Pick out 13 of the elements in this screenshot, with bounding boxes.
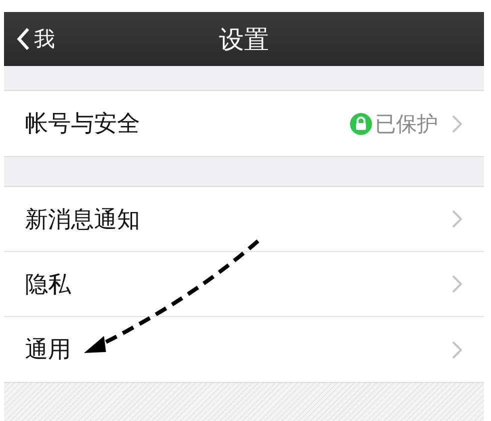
chevron-icon bbox=[452, 275, 462, 293]
back-button[interactable]: 我 bbox=[4, 24, 61, 54]
row-label: 通用 bbox=[25, 336, 72, 365]
row-label: 隐私 bbox=[25, 270, 72, 300]
status-text: 已保护 bbox=[375, 110, 438, 138]
lock-icon bbox=[350, 112, 372, 134]
nav-title: 设置 bbox=[219, 24, 269, 54]
row-label: 帐号与安全 bbox=[25, 110, 141, 139]
back-icon bbox=[16, 27, 30, 51]
chevron-icon bbox=[452, 210, 462, 228]
chevron-icon bbox=[452, 114, 462, 132]
chevron-icon bbox=[452, 340, 462, 358]
row-label: 新消息通知 bbox=[25, 206, 141, 234]
